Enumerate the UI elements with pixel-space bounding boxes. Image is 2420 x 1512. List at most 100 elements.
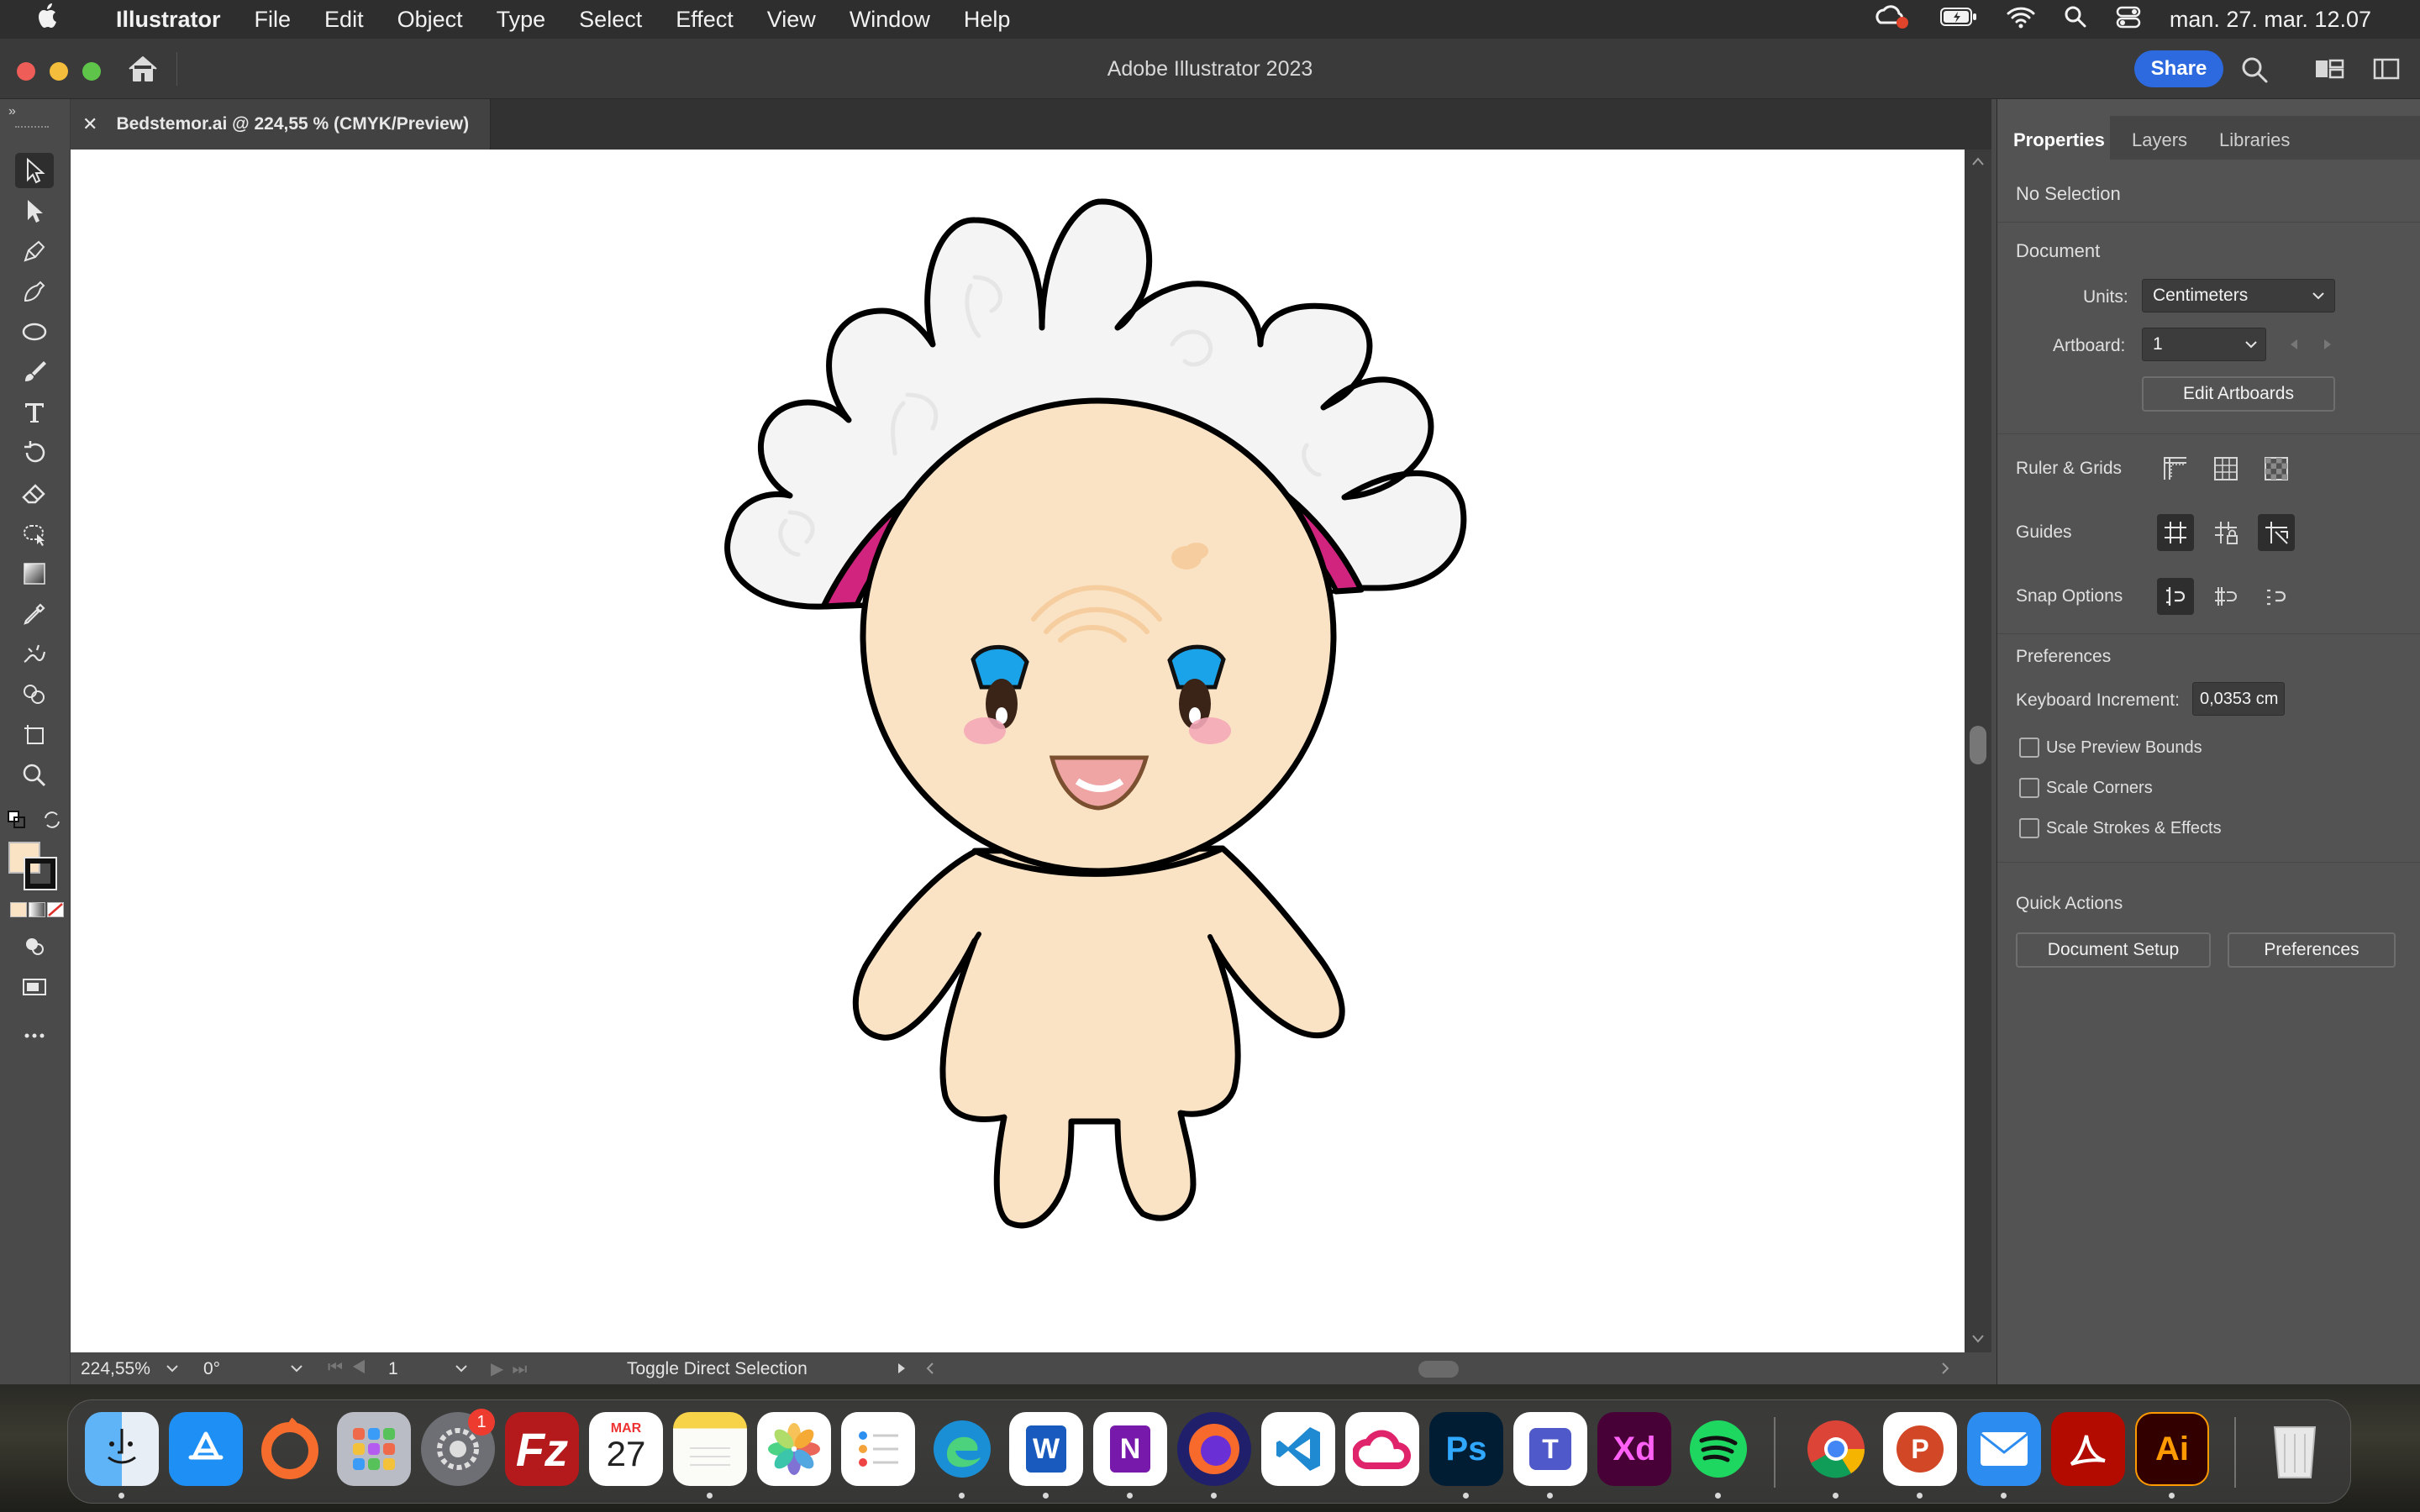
menu-app-name[interactable]: Illustrator <box>116 7 221 33</box>
free-transform-tool-icon[interactable] <box>15 516 54 551</box>
document-setup-button[interactable]: Document Setup <box>2016 932 2211 968</box>
apple-menu-icon[interactable] <box>29 3 67 36</box>
rulers-icon[interactable] <box>2157 450 2194 487</box>
artboard-number-field[interactable]: 1 <box>388 1359 398 1379</box>
creative-cloud-icon[interactable] <box>1345 1412 1419 1486</box>
filezilla-icon[interactable]: Fz <box>505 1412 579 1486</box>
horizontal-scroll-thumb[interactable] <box>1418 1361 1459 1378</box>
menu-view[interactable]: View <box>767 7 816 33</box>
next-artboard-icon[interactable] <box>2322 338 2333 351</box>
reminders-icon[interactable] <box>841 1412 915 1486</box>
photos-icon[interactable] <box>757 1412 831 1486</box>
eyedropper-tool-icon[interactable] <box>15 596 54 632</box>
scale-strokes-effects-checkbox[interactable] <box>2019 818 2039 838</box>
curvature-tool-icon[interactable] <box>15 274 54 309</box>
use-preview-bounds-checkbox[interactable] <box>2019 738 2039 758</box>
zoom-tool-icon[interactable] <box>15 758 54 793</box>
mail-icon[interactable] <box>1967 1412 2041 1486</box>
close-window-button[interactable] <box>17 62 35 81</box>
tab-properties[interactable]: Properties <box>2013 129 2105 151</box>
battery-icon[interactable] <box>1939 6 1978 34</box>
gradient-mode-icon[interactable] <box>29 902 45 917</box>
gradient-tool-icon[interactable] <box>15 556 54 591</box>
color-mode-icon[interactable] <box>10 902 27 917</box>
adobe-xd-icon[interactable]: Xd <box>1597 1412 1671 1486</box>
home-icon[interactable] <box>126 54 160 88</box>
trash-icon[interactable] <box>2258 1412 2332 1486</box>
artboard-canvas[interactable] <box>71 150 1965 1352</box>
calendar-icon[interactable]: MAR 27 <box>589 1412 663 1486</box>
vertical-scroll-thumb[interactable] <box>1970 726 1986 764</box>
scroll-right-icon[interactable] <box>1939 1362 1951 1375</box>
scale-corners-checkbox[interactable] <box>2019 778 2039 798</box>
collapse-toolbar-icon[interactable]: » <box>8 104 16 119</box>
edit-artboards-button[interactable]: Edit Artboards <box>2142 376 2335 412</box>
snap-to-grid-icon[interactable] <box>2207 578 2244 615</box>
menu-effect[interactable]: Effect <box>676 7 734 33</box>
previous-artboard-icon[interactable] <box>2288 338 2300 351</box>
show-guides-icon[interactable] <box>2157 514 2194 551</box>
wifi-icon[interactable] <box>2007 5 2035 34</box>
artboard-prev-arrows-icon[interactable]: ⏮◀ <box>328 1358 375 1378</box>
zoom-level-field[interactable]: 224,55% <box>81 1359 150 1379</box>
tab-libraries[interactable]: Libraries <box>2219 129 2290 151</box>
direct-selection-tool-icon[interactable] <box>15 193 54 228</box>
firefox-icon[interactable] <box>1177 1412 1251 1486</box>
minimize-window-button[interactable] <box>50 62 68 81</box>
ellipse-tool-icon[interactable] <box>15 314 54 349</box>
artboard-dropdown[interactable]: 1 <box>2142 328 2266 361</box>
tab-layers[interactable]: Layers <box>2132 129 2187 151</box>
swap-fill-stroke-icon[interactable] <box>42 810 62 834</box>
type-tool-icon[interactable] <box>15 395 54 430</box>
onenote-icon[interactable]: N <box>1093 1412 1167 1486</box>
transparency-grid-icon[interactable] <box>2258 450 2295 487</box>
document-tab[interactable]: ✕ Bedstemor.ai @ 224,55 % (CMYK/Preview) <box>71 99 491 150</box>
default-fill-stroke-icon[interactable] <box>7 810 27 834</box>
launchpad-icon[interactable] <box>337 1412 411 1486</box>
zoom-window-button[interactable] <box>82 62 101 81</box>
chrome-icon[interactable] <box>1799 1412 1873 1486</box>
artboard-tool-icon[interactable] <box>15 717 54 753</box>
edge-icon[interactable] <box>925 1412 999 1486</box>
zoom-dropdown-icon[interactable] <box>165 1363 180 1373</box>
menu-edit[interactable]: Edit <box>324 7 364 33</box>
menu-select[interactable]: Select <box>579 7 642 33</box>
control-center-icon[interactable] <box>2116 5 2141 34</box>
app-store-icon[interactable] <box>169 1412 243 1486</box>
notes-icon[interactable] <box>673 1412 747 1486</box>
keyboard-increment-input[interactable]: 0,0353 cm <box>2192 682 2285 716</box>
creative-cloud-status-icon[interactable] <box>1874 4 1911 35</box>
stroke-color-swatch[interactable] <box>24 857 57 890</box>
smart-guides-icon[interactable] <box>2258 514 2295 551</box>
paintbrush-tool-icon[interactable] <box>15 354 54 390</box>
units-dropdown[interactable]: Centimeters <box>2142 279 2335 312</box>
draw-mode-icon[interactable] <box>15 929 54 964</box>
shape-builder-tool-icon[interactable] <box>15 677 54 712</box>
search-icon[interactable] <box>2240 55 2269 88</box>
teams-icon[interactable]: T <box>1513 1412 1587 1486</box>
snap-to-pixel-icon[interactable] <box>2258 578 2295 615</box>
selection-tool-icon[interactable] <box>15 153 54 188</box>
powerpoint-icon[interactable]: P <box>1883 1412 1957 1486</box>
share-button[interactable]: Share <box>2134 50 2223 87</box>
finder-icon[interactable] <box>85 1412 159 1486</box>
artboard-next-arrows-icon[interactable]: ▶⏭ <box>491 1358 535 1379</box>
artboard-dropdown-icon[interactable] <box>454 1363 469 1373</box>
menu-type[interactable]: Type <box>497 7 546 33</box>
spotify-icon[interactable] <box>1681 1412 1755 1486</box>
close-tab-icon[interactable]: ✕ <box>82 113 97 135</box>
more-tools-icon[interactable] <box>15 1018 54 1053</box>
lock-guides-icon[interactable] <box>2207 514 2244 551</box>
word-icon[interactable]: W <box>1009 1412 1083 1486</box>
spotlight-search-icon[interactable] <box>2064 5 2087 34</box>
vertical-scrollbar[interactable] <box>1965 150 1991 1352</box>
acrobat-icon[interactable] <box>2051 1412 2125 1486</box>
menu-help[interactable]: Help <box>964 7 1011 33</box>
puppet-warp-tool-icon[interactable] <box>15 637 54 672</box>
origin-icon[interactable] <box>253 1412 327 1486</box>
rotation-dropdown-icon[interactable] <box>289 1363 304 1373</box>
photoshop-icon[interactable]: Ps <box>1429 1412 1503 1486</box>
panel-toggle-icon[interactable] <box>2373 57 2400 85</box>
menu-object[interactable]: Object <box>397 7 463 33</box>
illustrator-icon[interactable]: Ai <box>2135 1412 2209 1486</box>
